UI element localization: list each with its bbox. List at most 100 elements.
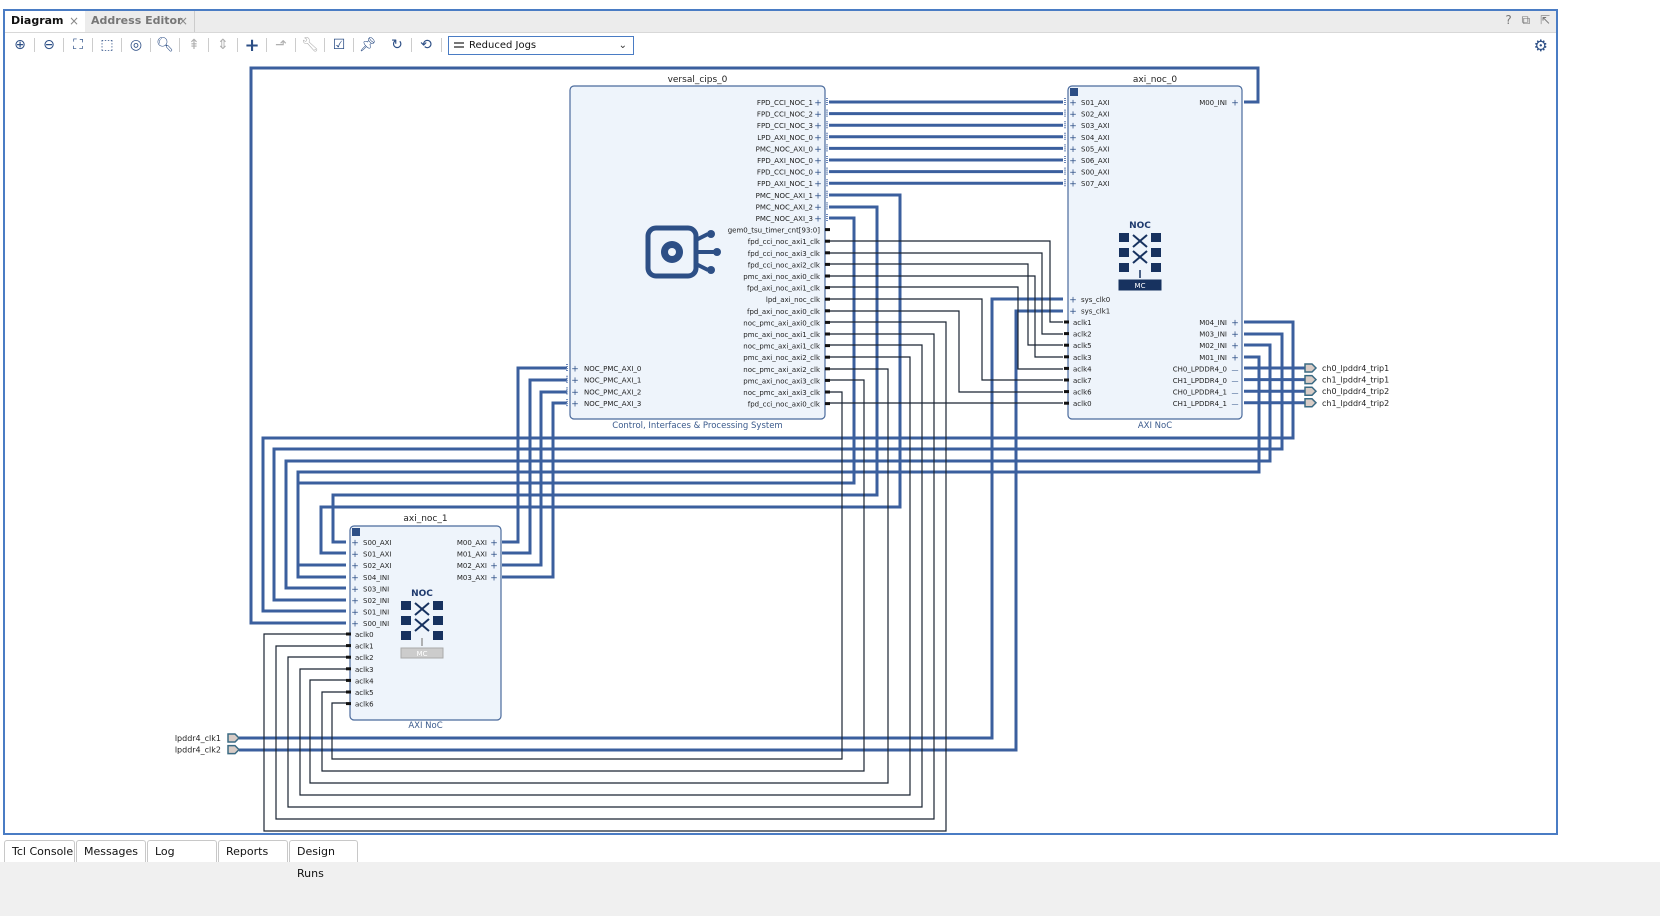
expand-all-icon[interactable]: ⇕ <box>213 35 233 55</box>
tab-reports[interactable]: Reports <box>218 840 288 862</box>
restore-icon[interactable]: ⧉ <box>1522 13 1531 27</box>
net-port[interactable] <box>1064 332 1069 336</box>
net-port[interactable] <box>1064 390 1069 394</box>
noc-cell <box>401 616 411 625</box>
port-label: CH0_LPDDR4_0 <box>1173 365 1227 373</box>
output-port-icon[interactable] <box>1304 374 1318 385</box>
net-port[interactable] <box>346 632 351 636</box>
expand-port-icon: + <box>814 110 822 120</box>
input-port-icon[interactable] <box>227 744 241 755</box>
expand-port-icon: + <box>571 400 579 410</box>
output-port-icon[interactable] <box>1304 398 1318 408</box>
tab-diagram[interactable]: Diagram × <box>5 11 85 32</box>
noc-cell <box>401 631 411 640</box>
port-label: aclk6 <box>1073 389 1092 397</box>
net-port[interactable] <box>346 678 351 682</box>
net-port[interactable] <box>825 332 830 336</box>
tab-log[interactable]: Log <box>147 840 217 862</box>
close-icon[interactable]: × <box>178 11 188 31</box>
validate-design-icon[interactable]: ☑ <box>329 35 349 55</box>
port-label: gem0_tsu_timer_cnt[93:0] <box>728 227 821 235</box>
net-port[interactable] <box>346 667 351 671</box>
net-port[interactable] <box>1064 378 1069 382</box>
net-port[interactable] <box>825 390 830 394</box>
port-label: S06_AXI <box>1081 157 1110 165</box>
port-label: PMC_NOC_AXI_2 <box>756 203 813 211</box>
collapse-all-icon[interactable]: ⇞ <box>184 35 204 55</box>
list-icon <box>454 42 464 44</box>
tab-address-editor[interactable]: Address Editor × <box>85 11 195 32</box>
net-port[interactable] <box>825 309 830 313</box>
collapse-icon[interactable] <box>352 528 360 536</box>
collapse-icon[interactable] <box>1070 88 1078 96</box>
port-label: aclk4 <box>355 677 374 685</box>
tab-messages[interactable]: Messages <box>76 840 146 862</box>
net-port[interactable] <box>825 251 830 255</box>
net-port[interactable] <box>825 239 830 243</box>
output-port-icon[interactable] <box>1304 386 1318 396</box>
net-port[interactable] <box>825 378 830 382</box>
net-port[interactable] <box>1064 320 1069 324</box>
net-port[interactable] <box>1064 401 1069 405</box>
bus-connection[interactable] <box>502 366 567 544</box>
net-port[interactable] <box>825 344 830 348</box>
optimize-routing-icon[interactable]: ⟲ <box>416 35 436 55</box>
bus-connection[interactable] <box>502 401 567 579</box>
close-icon[interactable]: × <box>69 11 79 31</box>
tab-label: Diagram <box>11 14 64 27</box>
port-label: aclk1 <box>355 643 374 651</box>
add-module-icon[interactable]: ⬏ <box>271 35 291 55</box>
input-port-icon[interactable] <box>227 733 241 743</box>
port-dash-icon: — <box>1232 366 1239 374</box>
bus-connection[interactable] <box>502 378 567 555</box>
net-port[interactable] <box>825 262 830 266</box>
help-icon[interactable]: ? <box>1505 13 1511 27</box>
net-port[interactable] <box>346 702 351 706</box>
routing-mode-value: Reduced Jogs <box>469 40 537 51</box>
block-name-versal-cips: versal_cips_0 <box>668 75 728 85</box>
zoom-selection-icon[interactable]: ⬚ <box>97 35 117 55</box>
zoom-out-icon[interactable]: ⊖ <box>39 35 59 55</box>
port-label: S01_AXI <box>363 551 392 559</box>
net-port[interactable] <box>825 402 830 406</box>
bus-connection[interactable] <box>502 390 567 567</box>
block-diagram-canvas[interactable]: versal_cips_0 Control, Interfaces & Proce… <box>5 59 1556 835</box>
port-label: M04_INI <box>1199 319 1227 327</box>
port-label: fpd_cci_noc_axi0_clk <box>748 401 821 409</box>
net-port[interactable] <box>825 297 830 301</box>
port-label: M02_INI <box>1199 342 1227 350</box>
net-port[interactable] <box>1064 355 1069 359</box>
tab-design-runs[interactable]: Design Runs <box>289 840 358 880</box>
net-port[interactable] <box>825 367 830 371</box>
net-port[interactable] <box>825 228 830 232</box>
port-label: aclk2 <box>1073 331 1092 339</box>
net-port[interactable] <box>825 355 830 359</box>
fit-view-icon[interactable]: ⛶ <box>68 35 88 55</box>
net-port[interactable] <box>825 274 830 278</box>
float-icon[interactable]: ⇱ <box>1540 13 1550 27</box>
port-label: pmc_axi_noc_axi3_clk <box>743 377 821 385</box>
net-port[interactable] <box>825 286 830 290</box>
net-port[interactable] <box>346 655 351 659</box>
tab-tcl-console[interactable]: Tcl Console <box>4 840 75 862</box>
pin-icon[interactable]: 📌︎ <box>358 35 378 55</box>
net-port[interactable] <box>346 690 351 694</box>
net-port[interactable] <box>825 320 830 324</box>
expand-port-icon: + <box>1231 330 1239 340</box>
properties-icon[interactable]: 🔧︎ <box>300 35 320 55</box>
settings-icon[interactable]: ⚙ <box>1534 36 1548 55</box>
net-port[interactable] <box>346 644 351 648</box>
zoom-in-icon[interactable]: ⊕ <box>10 35 30 55</box>
net-port[interactable] <box>1064 366 1069 370</box>
output-port-icon[interactable] <box>1304 363 1318 373</box>
net-port[interactable] <box>1064 343 1069 347</box>
add-ip-icon[interactable]: + <box>242 35 262 56</box>
port-label: aclk2 <box>355 654 374 662</box>
port-label: M00_AXI <box>457 539 487 547</box>
routing-mode-select[interactable]: Reduced Jogs ⌄ <box>448 36 634 55</box>
regenerate-layout-icon[interactable]: ↻ <box>387 35 407 55</box>
port-label: S01_AXI <box>1081 99 1110 107</box>
auto-fit-icon[interactable]: ◎ <box>126 35 146 55</box>
search-icon[interactable]: 🔍︎ <box>155 35 175 55</box>
tab-label: Address Editor <box>91 14 183 27</box>
